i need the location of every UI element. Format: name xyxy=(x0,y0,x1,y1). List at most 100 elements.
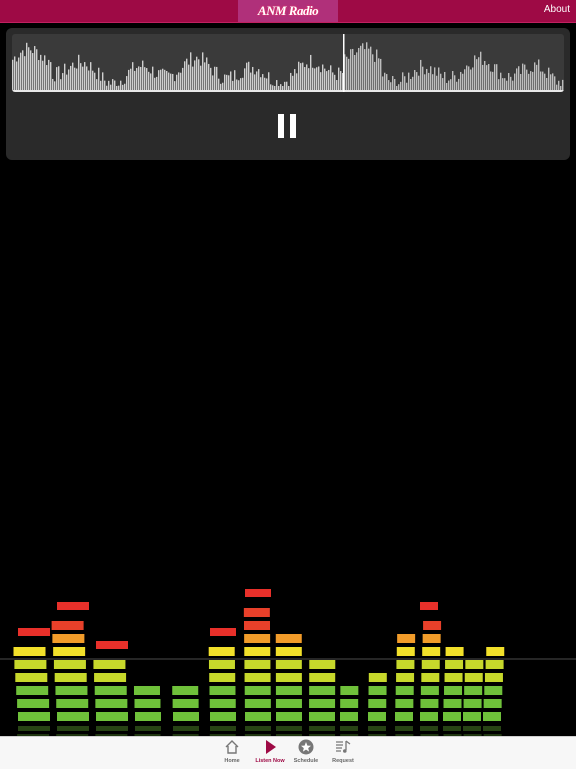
waveform-bar xyxy=(476,59,478,90)
waveform-bar xyxy=(42,60,44,90)
waveform-bar xyxy=(138,66,140,90)
waveform-bar xyxy=(104,80,106,90)
waveform-bar xyxy=(40,54,42,90)
pause-button[interactable] xyxy=(278,114,298,138)
eq-horizon-line xyxy=(0,658,576,660)
waveform-bar xyxy=(474,55,476,90)
waveform-bar xyxy=(236,79,238,90)
waveform-bar xyxy=(412,76,414,90)
waveform-bar xyxy=(358,47,360,90)
eq-segment xyxy=(209,673,236,682)
waveform-bar xyxy=(300,63,302,90)
waveform-bar xyxy=(286,81,288,90)
waveform-bar xyxy=(72,62,74,90)
eq-reflection xyxy=(463,726,481,731)
waveform-bar xyxy=(312,67,314,90)
waveform-bar xyxy=(190,52,192,90)
waveform-bar xyxy=(82,66,84,90)
waveform-bar xyxy=(556,84,558,90)
waveform-bar xyxy=(110,84,112,90)
waveform-bar xyxy=(392,76,394,90)
waveform-bar xyxy=(278,86,280,90)
waveform-bar xyxy=(234,70,236,90)
eq-segment xyxy=(444,673,463,682)
eq-segment xyxy=(172,699,199,708)
waveform-bar xyxy=(222,82,224,90)
waveform-bar xyxy=(26,42,28,90)
waveform-bar xyxy=(504,78,506,90)
waveform-bar xyxy=(154,77,156,90)
waveform-bar xyxy=(514,73,516,90)
waveform-bar xyxy=(12,59,14,90)
waveform-bar xyxy=(324,68,326,90)
eq-peak xyxy=(210,628,236,636)
about-button[interactable]: About xyxy=(544,4,570,15)
waveform-bar xyxy=(220,83,222,90)
music-list-icon xyxy=(321,739,365,757)
eq-segment xyxy=(275,634,302,643)
waveform-bar xyxy=(122,84,124,90)
waveform-bar xyxy=(518,66,520,90)
waveform-bar xyxy=(14,56,16,90)
waveform-bar xyxy=(34,46,36,90)
waveform-bar xyxy=(462,73,464,90)
waveform-bar xyxy=(362,43,364,90)
eq-segment xyxy=(243,608,270,617)
waveform-bar xyxy=(228,75,230,90)
eq-segment xyxy=(443,699,462,708)
eq-segment xyxy=(444,686,463,695)
eq-reflection xyxy=(57,726,89,731)
waveform-bar xyxy=(402,72,404,90)
waveform-bar xyxy=(156,76,158,90)
eq-segment xyxy=(208,660,235,669)
waveform-bar xyxy=(296,73,298,90)
waveform-bar xyxy=(492,71,494,90)
waveform-bar xyxy=(174,81,176,90)
waveform-bar xyxy=(562,79,564,90)
waveform-bar xyxy=(90,62,92,90)
waveform-bar xyxy=(454,75,456,90)
waveform-bar xyxy=(88,70,90,90)
waveform-bar xyxy=(130,68,132,90)
waveform-bar xyxy=(436,75,438,90)
waveform-bar xyxy=(212,75,214,90)
waveform-progress[interactable] xyxy=(12,34,564,92)
waveform-bar xyxy=(52,78,54,90)
waveform-bar xyxy=(216,66,218,90)
waveform-bar xyxy=(318,66,320,90)
waveform-bar xyxy=(532,71,534,90)
waveform-bar xyxy=(448,80,450,90)
waveform-bar xyxy=(290,72,292,90)
waveform-bar xyxy=(20,52,22,90)
eq-segment xyxy=(397,634,416,643)
tab-request[interactable]: Request xyxy=(321,739,365,767)
waveform-bar xyxy=(432,74,434,90)
eq-segment xyxy=(244,647,271,656)
waveform-bar xyxy=(422,66,424,90)
eq-segment xyxy=(245,712,271,721)
eq-segment xyxy=(420,699,439,708)
waveform-bar xyxy=(16,61,18,90)
waveform-bar xyxy=(274,86,276,90)
waveform-bar xyxy=(264,77,266,90)
eq-segment xyxy=(96,712,128,721)
waveform-bar xyxy=(452,71,454,90)
waveform-bar xyxy=(466,65,468,90)
waveform-bar xyxy=(460,71,462,90)
waveform-bar xyxy=(390,82,392,90)
waveform-bar xyxy=(464,69,466,90)
eq-peak xyxy=(57,602,89,610)
waveform-bar xyxy=(538,59,540,90)
eq-segment xyxy=(465,660,484,669)
waveform-bar xyxy=(468,66,470,90)
waveform-bar xyxy=(330,65,332,90)
tab-request-label: Request xyxy=(332,758,354,764)
eq-segment xyxy=(94,686,127,695)
waveform-bar xyxy=(168,72,170,90)
waveform-bar xyxy=(188,64,190,90)
waveform-bar xyxy=(380,58,382,90)
eq-segment xyxy=(244,699,271,708)
eq-segment xyxy=(54,673,87,682)
eq-segment xyxy=(51,621,84,630)
waveform-bar xyxy=(526,69,528,90)
